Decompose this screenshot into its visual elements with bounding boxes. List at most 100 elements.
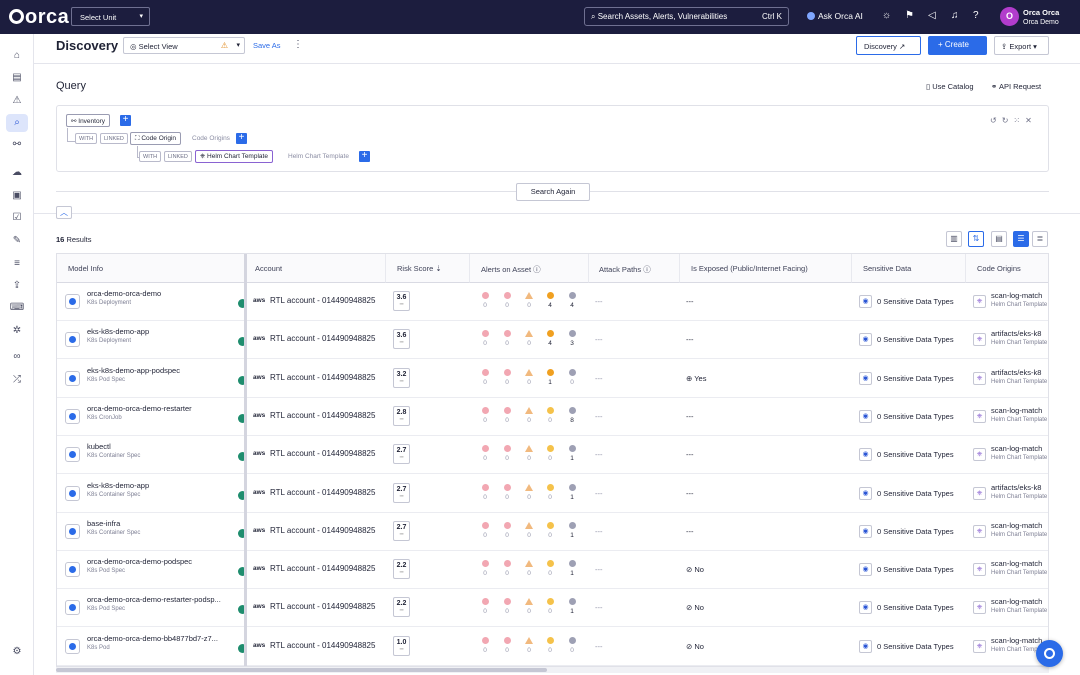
orca-logo[interactable]: orca <box>9 6 69 29</box>
create-button[interactable]: + Create <box>928 36 987 55</box>
graph-icon[interactable]: ⚯ <box>6 136 28 154</box>
use-catalog-link[interactable]: ▯ Use Catalog <box>926 82 974 91</box>
avatar[interactable]: O <box>1000 7 1019 26</box>
home-icon[interactable]: ⌂ <box>6 47 28 65</box>
scrollbar-thumb[interactable] <box>56 668 547 672</box>
kubernetes-icon[interactable]: ✲ <box>6 322 28 340</box>
table-row[interactable]: kubectl K8s Container Spec aws RTL account … <box>57 436 1048 475</box>
alerts-icon[interactable]: ⚠ <box>6 92 28 110</box>
alert-count[interactable]: 0 <box>543 483 557 501</box>
alert-count[interactable]: 0 <box>522 330 536 347</box>
account-name[interactable]: RTL account - 014490948825 <box>270 564 375 573</box>
table-row[interactable]: eks-k8s-demo-app K8s Container Spec aws RTL… <box>57 475 1048 513</box>
compact-view-icon[interactable]: ≣ <box>1032 231 1048 247</box>
asset-name[interactable]: base-infra <box>87 519 239 528</box>
help-icon[interactable]: ? <box>973 10 979 21</box>
alert-count[interactable]: 0 <box>500 483 514 501</box>
alert-count[interactable]: 0 <box>522 483 536 501</box>
discovery-icon[interactable]: ⌕ <box>6 114 28 132</box>
alert-count[interactable]: 0 <box>500 445 514 462</box>
alert-count[interactable]: 1 <box>565 560 579 577</box>
database-icon[interactable]: ≡ <box>6 255 28 273</box>
with-toggle[interactable]: WITH <box>139 151 162 162</box>
alert-count[interactable]: 1 <box>565 598 579 615</box>
alert-count[interactable]: 1 <box>543 368 557 386</box>
alert-count[interactable]: 0 <box>500 636 514 654</box>
asset-name[interactable]: orca-demo-orca-demo-bb4877bd7-z7... <box>87 634 239 643</box>
alert-count[interactable]: 0 <box>522 636 536 654</box>
alert-count[interactable]: 0 <box>500 560 514 577</box>
alert-count[interactable]: 0 <box>500 330 514 347</box>
table-row[interactable]: eks-k8s-demo-app K8s Deployment aws RTL acc… <box>57 321 1048 360</box>
more-options-icon[interactable]: ⋮ <box>293 39 303 50</box>
asset-name[interactable]: eks-k8s-demo-app-podspec <box>87 366 239 375</box>
alert-count[interactable]: 8 <box>565 406 579 424</box>
api-request-link[interactable]: ⚭ API Request <box>991 82 1041 91</box>
automation-icon[interactable]: ⤮ <box>6 371 28 389</box>
account-name[interactable]: RTL account - 014490948825 <box>270 334 375 343</box>
table-row[interactable]: base-infra K8s Container Spec aws RTL accou… <box>57 513 1048 551</box>
table-row[interactable]: orca-demo-orca-demo-restarter-podsp... K8… <box>57 589 1048 628</box>
cloud-icon[interactable]: ☁ <box>6 164 28 182</box>
user-info[interactable]: Orca Orca Orca Demo <box>1023 8 1059 27</box>
account-name[interactable]: RTL account - 014490948825 <box>270 373 375 382</box>
account-name[interactable]: RTL account - 014490948825 <box>270 602 375 611</box>
code-origin-name[interactable]: artifacts/eks-k8 <box>991 368 1041 377</box>
table-row[interactable]: eks-k8s-demo-app-podspec K8s Pod Spec aws R… <box>57 360 1048 398</box>
asset-name[interactable]: orca-demo-orca-demo-podspec <box>87 557 239 566</box>
chat-support-button[interactable] <box>1036 640 1063 667</box>
add-filter-button[interactable]: + <box>120 115 131 126</box>
add-filter-button[interactable]: + <box>359 151 370 162</box>
sensitive-data-value[interactable]: 0 Sensitive Data Types <box>877 412 954 421</box>
alert-count[interactable]: 4 <box>565 292 579 309</box>
alert-count[interactable]: 0 <box>500 406 514 424</box>
account-name[interactable]: RTL account - 014490948825 <box>270 641 375 650</box>
code-origin-name[interactable]: scan-log-match <box>991 597 1042 606</box>
columns-icon[interactable]: ▥ <box>946 231 962 247</box>
alert-count[interactable]: 0 <box>543 521 557 539</box>
alert-count[interactable]: 4 <box>543 292 557 309</box>
linked-toggle[interactable]: LINKED <box>100 133 128 144</box>
column-header[interactable]: Account <box>246 254 386 283</box>
query-node-inventory[interactable]: ⚯ Inventory <box>66 114 111 127</box>
alert-count[interactable]: 0 <box>522 292 536 309</box>
code-origin-name[interactable]: artifacts/eks-k8 <box>991 483 1041 492</box>
integrations-icon[interactable]: ∞ <box>6 348 28 366</box>
global-search[interactable]: ⌕ Search Assets, Alerts, Vulnerabilities… <box>584 7 789 26</box>
alert-count[interactable]: 0 <box>522 406 536 424</box>
sensitive-data-value[interactable]: 0 Sensitive Data Types <box>877 489 954 498</box>
policy-icon[interactable]: ✎ <box>6 232 28 250</box>
alert-count[interactable]: 0 <box>543 636 557 654</box>
alert-count[interactable]: 0 <box>543 406 557 424</box>
code-origin-name[interactable]: scan-log-match <box>991 291 1042 300</box>
column-header[interactable]: Code Origins <box>966 254 1048 283</box>
dashboard-icon[interactable]: ▤ <box>6 69 28 87</box>
code-origin-name[interactable]: scan-log-match <box>991 636 1042 645</box>
alert-count[interactable]: 0 <box>500 598 514 615</box>
horizontal-scrollbar[interactable] <box>56 667 1049 673</box>
add-filter-button[interactable]: + <box>236 133 247 144</box>
asset-name[interactable]: eks-k8s-demo-app <box>87 481 239 490</box>
account-name[interactable]: RTL account - 014490948825 <box>270 411 375 420</box>
account-name[interactable]: RTL account - 014490948825 <box>270 449 375 458</box>
asset-name[interactable]: orca-demo-orca-demo-restarter-podsp... <box>87 595 239 604</box>
flag-icon[interactable]: ⚑ <box>905 10 914 21</box>
alert-count[interactable]: 0 <box>478 483 492 501</box>
sensitive-data-value[interactable]: 0 Sensitive Data Types <box>877 565 954 574</box>
alert-count[interactable]: 1 <box>565 445 579 462</box>
alert-count[interactable]: 0 <box>500 521 514 539</box>
alert-count[interactable]: 1 <box>565 521 579 539</box>
column-header[interactable]: Is Exposed (Public/Internet Facing) <box>680 254 852 283</box>
alert-count[interactable]: 0 <box>500 292 514 309</box>
search-again-button[interactable]: Search Again <box>516 183 590 201</box>
table-row[interactable]: orca-demo-orca-demo-restarter K8s CronJob… <box>57 398 1048 436</box>
compliance-icon[interactable]: ☑ <box>6 209 28 227</box>
alert-count[interactable]: 0 <box>565 636 579 654</box>
sensitive-data-value[interactable]: 0 Sensitive Data Types <box>877 642 954 651</box>
alert-count[interactable]: 0 <box>478 445 492 462</box>
alert-count[interactable]: 0 <box>478 292 492 309</box>
alert-count[interactable]: 0 <box>478 521 492 539</box>
code-origin-name[interactable]: scan-log-match <box>991 444 1042 453</box>
details-icon[interactable]: ▤ <box>991 231 1007 247</box>
code-origin-name[interactable]: scan-log-match <box>991 559 1042 568</box>
